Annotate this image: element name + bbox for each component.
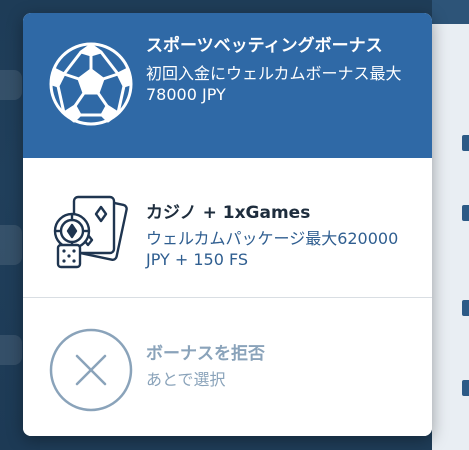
background-element — [462, 300, 469, 316]
close-circle-icon — [48, 327, 134, 413]
soccer-ball-icon — [48, 41, 134, 127]
casino-bonus-option[interactable]: カジノ + 1xGames ウェルカムパッケージ最大620000 JPY + 1… — [23, 158, 432, 298]
decline-bonus-description: あとで選択 — [146, 370, 226, 389]
decline-bonus-option[interactable]: ボーナスを拒否 あとで選択 — [23, 299, 432, 436]
background-element — [462, 205, 469, 221]
casino-cards-chips-dice-icon — [48, 185, 134, 271]
background-element — [462, 135, 469, 151]
background-element — [0, 225, 22, 265]
casino-bonus-texts: カジノ + 1xGames ウェルカムパッケージ最大620000 JPY + 1… — [146, 202, 418, 270]
sports-bonus-title: スポーツベッティングボーナス — [146, 36, 383, 56]
decline-bonus-texts: ボーナスを拒否 あとで選択 — [146, 343, 418, 390]
casino-bonus-description: ウェルカムパッケージ最大620000 JPY + 150 FS — [146, 229, 399, 269]
background-element — [0, 335, 22, 365]
sports-bonus-description: 初回入金にウェルカムボーナス最大78000 JPY — [146, 64, 402, 104]
decline-bonus-title: ボーナスを拒否 — [146, 344, 265, 364]
casino-bonus-title: カジノ + 1xGames — [146, 203, 311, 223]
background-element — [0, 70, 22, 100]
sports-bonus-option[interactable]: スポーツベッティングボーナス 初回入金にウェルカムボーナス最大78000 JPY — [23, 13, 432, 158]
background-element — [462, 380, 469, 396]
sports-bonus-texts: スポーツベッティングボーナス 初回入金にウェルカムボーナス最大78000 JPY — [146, 35, 418, 105]
background-header — [432, 0, 469, 24]
bonus-selection-modal: スポーツベッティングボーナス 初回入金にウェルカムボーナス最大78000 JPY — [23, 13, 432, 436]
